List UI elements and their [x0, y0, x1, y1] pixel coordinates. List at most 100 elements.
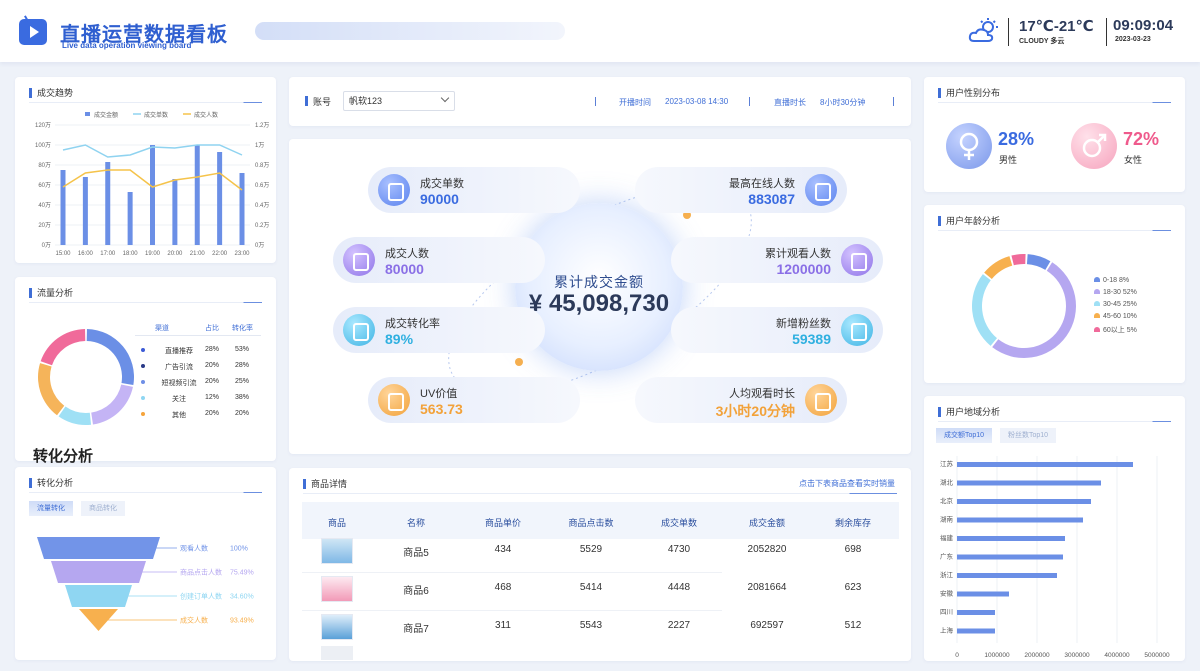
funnel-stage-value: 100% [230, 546, 248, 553]
tab-sales-top10[interactable]: 成交额Top10 [936, 428, 993, 443]
bar [957, 517, 1083, 523]
table-cell: 4730 [667, 544, 691, 555]
account-select[interactable]: 帆软123 [343, 91, 455, 111]
bar [957, 610, 995, 615]
funnel-stage-value: 93.49% [230, 618, 254, 625]
female-icon [1071, 123, 1117, 169]
x-tick-label: 19:00 [145, 251, 161, 257]
table-cell: 2081664 [747, 582, 787, 593]
panel-title: 转化分析 [29, 476, 73, 489]
start-time-label: 开播时间 [619, 98, 651, 107]
kpi-value: 89% [385, 331, 414, 347]
table-cell: 311 [495, 620, 511, 631]
legend-label: 成交金额 [94, 111, 118, 119]
table-cell: 5414 [579, 582, 603, 593]
region-label: 浙江 [940, 570, 954, 579]
donut-slice [1026, 254, 1051, 270]
trend-panel: 成交趋势 成交金额 成交单数 成交人数 120万 1.2万 100万 1万 80万 0.8万 60… [15, 77, 276, 263]
kpi-card: 人均观看时长 3小时20分钟 [635, 377, 847, 423]
channel-rate: 25% [235, 378, 250, 385]
region-label: 江苏 [940, 459, 954, 468]
x-tick-label: 2000000 [1024, 652, 1050, 658]
table-header-cell: 剩余库存 [834, 518, 871, 528]
channel-share: 28% [205, 346, 220, 353]
channel-dot [141, 412, 145, 416]
kpi-label: 成交转化率 [385, 318, 440, 330]
kpi-value: 59389 [792, 331, 831, 347]
legend-item: 45-60 10% [1094, 313, 1137, 320]
user-add-icon [841, 314, 873, 346]
bar [194, 145, 200, 245]
funnel-stage [51, 561, 146, 583]
tab-flow-conversion[interactable]: 流量转化 [29, 501, 73, 516]
funnel-stage-label: 创建订单人数 [180, 592, 222, 601]
start-time-value: 2023-03-08 14:30 [665, 97, 729, 106]
channel-rate: 53% [235, 346, 250, 353]
channel-name: 广告引流 [165, 364, 193, 371]
kpi-label: 累计观看人数 [765, 248, 831, 260]
legend-label: 0-18 8% [1103, 277, 1130, 284]
channel-name: 短视频引流 [161, 380, 197, 387]
kpi-label: 最高在线人数 [729, 178, 795, 190]
funnel-stage [65, 585, 132, 607]
legend-swatch [1094, 289, 1100, 294]
y-tick-label: 100万 [35, 142, 51, 149]
legend-swatch [1094, 277, 1100, 282]
conversion-panel: 转化分析 流量转化 商品转化 观看人数 100% 商品点击人数 75.49% 创建订单人… [15, 467, 276, 660]
account-select-value: 帆软123 [349, 96, 383, 106]
diamond-icon [378, 384, 410, 416]
table-cell[interactable]: 商品6 [376, 582, 456, 597]
table-cell: 4448 [667, 582, 691, 593]
legend-item: 60以上 5% [1094, 325, 1137, 335]
table-cell[interactable]: 商品7 [376, 620, 456, 635]
female-percent: 72% [1123, 129, 1160, 149]
region-label: 广东 [940, 552, 954, 561]
legend-label: 45-60 10% [1103, 313, 1137, 320]
bar [957, 628, 995, 634]
x-tick-label: 5000000 [1144, 652, 1170, 658]
x-tick-label: 1000000 [984, 652, 1010, 658]
center-panel: 累计成交金额 ¥ 45,098,730 成交单数 90000 成交人数 80000 成交… [289, 139, 911, 454]
panel-title: 流量分析 [29, 286, 73, 299]
kpi-label: UV价值 [420, 388, 458, 400]
female-label: 女性 [1124, 155, 1143, 165]
table-header-cell: 商品单价 [484, 518, 521, 528]
bar [127, 192, 133, 245]
page-subtitle: Live data operation viewing board [62, 41, 192, 50]
gender-panel: 用户性别分布 28% 男性 72% 女性 [924, 77, 1185, 192]
channel-rate: 38% [235, 394, 250, 401]
product-thumbnail [321, 614, 353, 640]
funnel-stage-label: 成交人数 [180, 616, 208, 625]
legend-swatch [1094, 301, 1100, 306]
channel-name: 关注 [172, 396, 186, 403]
product-thumbnail [321, 538, 353, 564]
traffic-donut-chart [38, 329, 134, 425]
tab-product-conversion[interactable]: 商品转化 [81, 501, 125, 516]
legend-label: 成交人数 [194, 111, 218, 119]
region-label: 福建 [940, 533, 954, 542]
header: 直播运营数据看板 Live data operation viewing boa… [0, 0, 1200, 62]
table-cell: 2052820 [747, 544, 787, 555]
funnel-stage-label: 观看人数 [180, 544, 208, 553]
bar [957, 462, 1133, 467]
table-cell[interactable]: 商品5 [376, 544, 456, 559]
tab-fans-top10[interactable]: 粉丝数Top10 [1000, 428, 1057, 443]
funnel-stage [37, 537, 160, 559]
table-cell: 5543 [579, 620, 603, 631]
region-label: 北京 [940, 496, 954, 505]
bar [82, 177, 88, 245]
temperature: 17℃-21℃ [1019, 18, 1094, 35]
current-date: 2023-03-23 [1115, 36, 1151, 43]
kpi-label: 成交人数 [385, 248, 429, 260]
donut-slice [1011, 254, 1026, 266]
traffic-panel: 流量分析 渠道 占比 转化率 直播推荐 28% 53% 广告引流 20% 28% 短视频引流 20%… [15, 277, 276, 465]
realtime-sales-link[interactable]: 点击下表商品查看实时销量 [799, 478, 895, 489]
kpi-value: 90000 [420, 191, 459, 207]
y-tick-label: 120万 [35, 122, 51, 129]
x-tick-label: 18:00 [123, 251, 139, 257]
account-label: 账号 [313, 97, 332, 107]
donut-slice [86, 329, 134, 386]
chevron-down-icon [440, 93, 450, 103]
y-tick-label: 80万 [38, 162, 51, 169]
channel-dot [141, 364, 145, 368]
